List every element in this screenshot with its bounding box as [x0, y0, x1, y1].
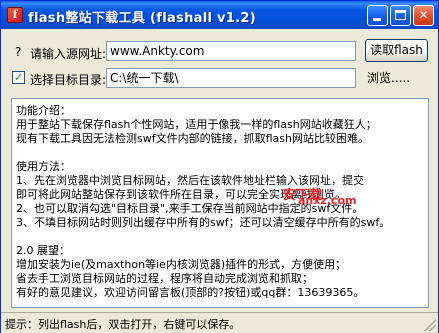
minimize-button[interactable] — [367, 5, 388, 26]
app-icon: f — [7, 7, 23, 23]
checkmark-icon: ✓ — [13, 71, 24, 84]
status-bar: 提示：列出flash后，双击打开，右键可以保存。 — [1, 312, 438, 333]
source-url-input[interactable]: www.Ankty.com — [106, 41, 356, 61]
source-url-label: 请输入源网址: — [30, 47, 107, 61]
app-window: f flash整站下载工具 (flashall v1.2) ✕ ? 请输入源网址… — [0, 0, 439, 333]
close-icon: ✕ — [418, 8, 429, 22]
resize-grip-icon[interactable] — [424, 319, 436, 331]
help-icon[interactable]: ? — [15, 45, 21, 59]
window-title: flash整站下载工具 (flashall v1.2) — [28, 11, 256, 26]
read-flash-button[interactable]: 读取flash — [365, 39, 428, 62]
memo-line: 有好的意见建议，欢迎访问留言板(顶部的?按钮)或qq群：13639365。 — [16, 286, 365, 299]
target-dir-label: 选择目标目录: — [30, 73, 107, 87]
maximize-button[interactable] — [390, 5, 411, 26]
maximize-icon — [395, 10, 406, 20]
watermark-url: anxz.com — [298, 194, 357, 207]
memo-line: 现有下载工具因无法检测swf文件内部的链接，抓取flash网站比较困难。 — [16, 132, 369, 145]
info-textarea[interactable]: 功能介绍： 用于整站下载保存flash个性网站，适用于像我一样的flash网站收… — [11, 98, 429, 308]
close-button[interactable]: ✕ — [413, 5, 434, 26]
title-bar[interactable]: f flash整站下载工具 (flashall v1.2) ✕ — [1, 1, 438, 29]
memo-line: 3、不填目标网站时则列出缓存中所有的swf；还可以清空缓存中所有的swf。 — [16, 216, 391, 229]
status-text: 提示：列出flash后，双击打开，右键可以保存。 — [5, 318, 241, 331]
target-dir-input[interactable]: C:\统一下载\ — [106, 68, 356, 88]
minimize-icon — [373, 18, 381, 21]
target-dir-checkbox[interactable]: ✓ — [12, 71, 25, 84]
browse-button[interactable]: 浏览..... — [367, 69, 410, 86]
